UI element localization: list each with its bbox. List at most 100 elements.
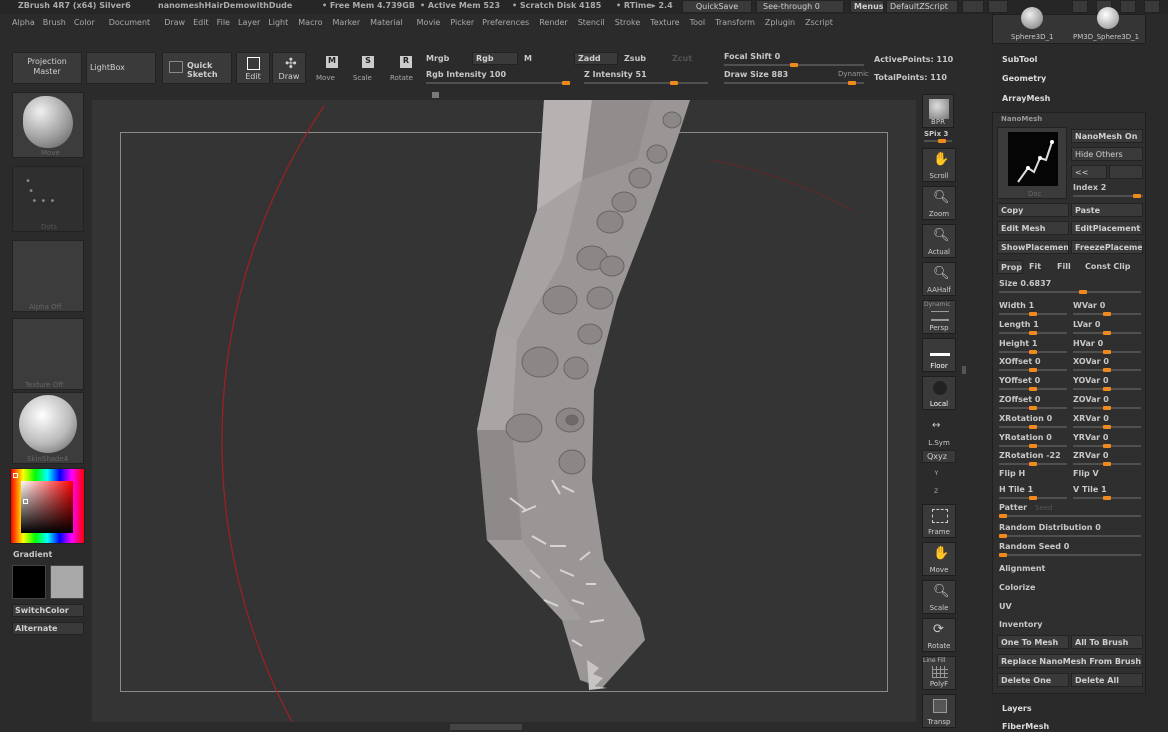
rgb-button[interactable]: Rgb <box>472 52 518 65</box>
fill-button[interactable]: Fill <box>1057 262 1071 271</box>
focal-shift-slider[interactable] <box>724 63 864 67</box>
menu-item-document[interactable]: Document <box>109 18 150 32</box>
polyf-button[interactable]: Line Fill PolyF <box>922 656 956 690</box>
param-slider[interactable] <box>999 368 1067 373</box>
switch-color-button[interactable]: SwitchColor <box>12 604 84 617</box>
param-slider[interactable] <box>999 462 1067 467</box>
gradient-label[interactable]: Gradient <box>13 550 52 559</box>
zcut-button[interactable]: Zcut <box>672 54 692 63</box>
index-slider[interactable] <box>1073 194 1143 198</box>
menu-item-render[interactable]: Render <box>539 18 567 32</box>
random-distribution-slider[interactable] <box>999 534 1141 538</box>
menu-item-file[interactable]: File <box>217 18 230 32</box>
menu-item-marker[interactable]: Marker <box>332 18 360 32</box>
copy-button[interactable]: Copy <box>997 203 1069 217</box>
menu-item-alpha[interactable]: Alpha <box>12 18 35 32</box>
next-index-button[interactable] <box>1109 165 1143 179</box>
edit-mesh-button[interactable]: Edit Mesh <box>997 221 1069 235</box>
actual-button[interactable]: 🔍︎ Actual <box>922 224 956 258</box>
param-slider[interactable] <box>999 387 1067 392</box>
v-tile-slider[interactable] <box>1073 496 1141 500</box>
transp-button[interactable]: Transp <box>922 694 956 728</box>
zsub-button[interactable]: Zsub <box>624 54 646 63</box>
param-slider[interactable] <box>1073 349 1141 354</box>
arraymesh-section[interactable]: ArrayMesh <box>1002 94 1050 103</box>
param-slider[interactable] <box>999 349 1067 354</box>
rgb-intensity-slider[interactable] <box>426 81 570 85</box>
local-button[interactable]: Local <box>922 376 956 410</box>
frame-button[interactable]: Frame <box>922 504 956 538</box>
hide-others-button[interactable]: Hide Others <box>1071 147 1143 161</box>
persp-button[interactable]: Dynamic Persp <box>922 300 956 334</box>
inventory-section[interactable]: Inventory <box>999 620 1043 629</box>
texture-picker[interactable]: Texture Off <box>12 318 84 390</box>
nanomesh-on-button[interactable]: NanoMesh On <box>1071 129 1143 143</box>
prop-button[interactable]: Prop <box>997 260 1023 274</box>
zadd-button[interactable]: Zadd <box>574 52 618 65</box>
floor-button[interactable]: Floor <box>922 338 956 372</box>
stroke-picker[interactable]: • • • • • Dots <box>12 166 84 232</box>
aahalf-button[interactable]: 🔍︎ AAHalf <box>922 262 956 296</box>
move-view-button[interactable]: ✋ Move <box>922 542 956 576</box>
lightbox-button[interactable]: LightBox <box>86 52 156 84</box>
lsym-button[interactable]: ↔ L.Sym <box>922 414 956 448</box>
z-axis-icon[interactable]: ᴢ <box>934 486 938 495</box>
menus-button[interactable]: Menus <box>850 0 884 13</box>
param-slider[interactable] <box>999 330 1067 335</box>
bpr-button[interactable]: BPR <box>922 94 954 128</box>
rotate-mode-button[interactable]: R Rotate <box>388 54 420 84</box>
canvas-top-handle-icon[interactable] <box>432 92 439 98</box>
h-tile-slider[interactable] <box>999 496 1067 500</box>
delete-all-button[interactable]: Delete All <box>1071 673 1143 687</box>
one-to-mesh-button[interactable]: One To Mesh <box>997 635 1069 649</box>
geometry-section[interactable]: Geometry <box>1002 74 1046 83</box>
menu-item-zscript[interactable]: Zscript <box>805 18 833 32</box>
menu-item-material[interactable]: Material <box>370 18 403 32</box>
move-mode-button[interactable]: M Move <box>312 54 344 84</box>
menu-item-stencil[interactable]: Stencil <box>578 18 605 32</box>
menu-item-transform[interactable]: Transform <box>715 18 755 32</box>
param-slider[interactable] <box>999 312 1067 316</box>
random-seed-slider[interactable] <box>999 553 1141 557</box>
all-to-brush-button[interactable]: All To Brush <box>1071 635 1143 649</box>
menu-item-macro[interactable]: Macro <box>298 18 322 32</box>
edit-mode-button[interactable]: Edit <box>236 52 270 84</box>
layers-section[interactable]: Layers <box>1002 704 1032 713</box>
delete-one-button[interactable]: Delete One <box>997 673 1069 687</box>
alignment-section[interactable]: Alignment <box>999 564 1045 573</box>
menu-item-texture[interactable]: Texture <box>650 18 679 32</box>
param-slider[interactable] <box>1073 368 1141 373</box>
param-slider[interactable] <box>999 406 1067 410</box>
material-picker[interactable]: SkinShade4 <box>12 392 84 464</box>
lock-icon[interactable] <box>1072 0 1088 13</box>
param-slider[interactable] <box>1073 462 1141 467</box>
freeze-placement-button[interactable]: FreezePlaceme <box>1071 240 1143 254</box>
projection-master-button[interactable]: Projection Master <box>12 52 82 84</box>
menu-item-light[interactable]: Light <box>268 18 288 32</box>
nanomesh-preview[interactable]: Doc <box>997 127 1067 199</box>
draw-mode-button[interactable]: ✣ Draw <box>272 52 306 84</box>
sphere-thumb-icon[interactable] <box>1021 7 1043 29</box>
menu-item-movie[interactable]: Movie <box>417 18 441 32</box>
right-shelf-collapse-icon[interactable] <box>962 366 966 374</box>
prev-index-button[interactable]: << <box>1071 165 1107 179</box>
minimize-icon[interactable] <box>1120 0 1136 13</box>
alpha-picker[interactable]: Alpha Off <box>12 240 84 312</box>
pattern-button[interactable]: Patter <box>999 503 1027 512</box>
colorize-section[interactable]: Colorize <box>999 583 1035 592</box>
param-slider[interactable] <box>1073 330 1141 335</box>
param-slider[interactable] <box>1073 387 1141 392</box>
layout-icon[interactable] <box>962 0 984 13</box>
flip-h-button[interactable]: Flip H <box>999 469 1025 478</box>
size-slider[interactable] <box>999 290 1141 294</box>
fit-button[interactable]: Fit <box>1029 262 1041 271</box>
menu-item-color[interactable]: Color <box>74 18 95 32</box>
const-clip-button[interactable]: Const Clip <box>1085 262 1131 271</box>
subtool-section[interactable]: SubTool <box>1002 55 1037 64</box>
zoom-button[interactable]: 🔍︎ Zoom <box>922 186 956 220</box>
draw-size-slider[interactable] <box>724 81 864 85</box>
mrgb-button[interactable]: Mrgb <box>426 54 449 63</box>
param-slider[interactable] <box>1073 443 1141 448</box>
param-slider[interactable] <box>999 424 1067 429</box>
color-picker[interactable] <box>10 468 85 544</box>
